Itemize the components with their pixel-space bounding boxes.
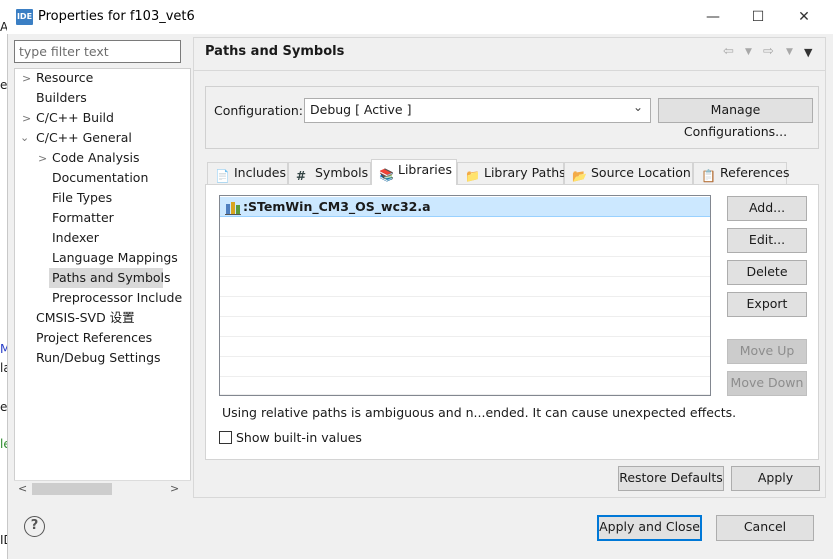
show-builtin-checkbox[interactable]	[219, 431, 232, 444]
move-down-button[interactable]: Move Down	[727, 371, 807, 396]
tree-item-paths-and-symbols[interactable]: Paths and Symbols	[49, 268, 171, 288]
scroll-right-icon[interactable]: >	[170, 480, 179, 498]
show-builtin-label[interactable]: Show built-in values	[236, 430, 362, 445]
scrollbar-thumb[interactable]	[32, 483, 112, 495]
tab-label: Library Paths	[484, 165, 566, 180]
tree-item-indexer[interactable]: Indexer	[52, 228, 99, 248]
list-row-empty	[220, 257, 710, 277]
close-button[interactable]: ✕	[790, 6, 818, 28]
list-row-empty	[220, 377, 710, 395]
cancel-button[interactable]: Cancel	[716, 515, 814, 541]
tree-item-documentation[interactable]: Documentation	[52, 168, 148, 188]
tab-label: Libraries	[398, 162, 452, 177]
tree-item-builders[interactable]: Builders	[36, 88, 87, 108]
tab-source-location[interactable]: 📂 Source Location	[564, 162, 693, 184]
tab-label: Includes	[234, 165, 287, 180]
delete-button[interactable]: Delete	[727, 260, 807, 285]
ide-app-icon: IDE	[16, 9, 33, 25]
list-row-empty	[220, 297, 710, 317]
source-folder-icon: 📂	[572, 169, 587, 183]
back-arrow-icon[interactable]: ⇦	[723, 44, 734, 59]
tree-item-language-mappings[interactable]: Language Mappings	[52, 248, 178, 268]
list-row-empty	[220, 217, 710, 237]
restore-defaults-button[interactable]: Restore Defaults	[618, 466, 724, 491]
libraries-icon: 📚	[379, 168, 394, 182]
list-row-empty	[220, 277, 710, 297]
view-menu-icon[interactable]: ▼	[804, 46, 812, 59]
add-button[interactable]: Add...	[727, 196, 807, 221]
chevron-right-icon[interactable]: >	[22, 112, 31, 125]
relative-paths-warning: Using relative paths is ambiguous and n.…	[222, 405, 737, 420]
maximize-button[interactable]: ☐	[744, 6, 772, 28]
tab-includes[interactable]: 📄 Includes	[207, 162, 288, 184]
tree-item-run-debug-settings[interactable]: Run/Debug Settings	[36, 348, 161, 368]
tab-label: Source Location	[591, 165, 691, 180]
window-title: Properties for f103_vet6	[38, 9, 195, 24]
tree-item-code-analysis[interactable]: Code Analysis	[52, 148, 139, 168]
apply-and-close-button[interactable]: Apply and Close	[597, 515, 702, 541]
move-up-button[interactable]: Move Up	[727, 339, 807, 364]
back-menu-icon[interactable]: ▼	[745, 47, 752, 57]
help-icon[interactable]: ?	[24, 516, 45, 537]
configuration-label: Configuration:	[214, 103, 303, 118]
hash-icon: #	[296, 169, 307, 183]
tree-item-file-types[interactable]: File Types	[52, 188, 112, 208]
folder-icon: 📁	[465, 169, 480, 183]
tree-item-cmsis-svd[interactable]: CMSIS-SVD 设置	[36, 308, 135, 328]
list-row-empty	[220, 337, 710, 357]
export-button[interactable]: Export	[727, 292, 807, 317]
apply-button[interactable]: Apply	[731, 466, 820, 491]
minimize-button[interactable]: —	[699, 6, 727, 28]
tree-item-formatter[interactable]: Formatter	[52, 208, 114, 228]
library-icon	[225, 202, 241, 215]
tab-label: Symbols	[315, 165, 369, 180]
chevron-right-icon[interactable]: >	[38, 152, 47, 165]
page-title: Paths and Symbols	[205, 44, 345, 59]
tab-references[interactable]: 📋 References	[693, 162, 790, 184]
chevron-down-icon[interactable]: ⌄	[633, 100, 643, 114]
list-row-empty	[220, 317, 710, 337]
includes-icon: 📄	[215, 169, 230, 183]
references-icon: 📋	[701, 169, 716, 183]
tree-item-cpp-build[interactable]: C/C++ Build	[36, 108, 114, 128]
list-row-empty	[220, 237, 710, 257]
tab-symbols[interactable]: # Symbols	[288, 162, 371, 184]
tree-item-preprocessor-include[interactable]: Preprocessor Include	[52, 288, 182, 308]
tree-item-cpp-general[interactable]: C/C++ General	[36, 128, 132, 148]
tab-libraries[interactable]: 📚 Libraries	[371, 159, 457, 185]
chevron-down-icon[interactable]: ⌄	[20, 131, 29, 144]
filter-input[interactable]: type filter text	[14, 40, 181, 63]
forward-menu-icon[interactable]: ▼	[786, 47, 793, 57]
forward-arrow-icon[interactable]: ⇨	[763, 44, 774, 59]
library-item-label[interactable]: :STemWin_CM3_OS_wc32.a	[243, 199, 431, 214]
configuration-select[interactable]: Debug [ Active ]	[304, 98, 651, 123]
tab-library-paths[interactable]: 📁 Library Paths	[457, 162, 566, 184]
manage-configurations-button[interactable]: Manage Configurations...	[658, 98, 813, 139]
chevron-right-icon[interactable]: >	[22, 72, 31, 85]
tree-item-resource[interactable]: Resource	[36, 68, 93, 88]
edit-button[interactable]: Edit...	[727, 228, 807, 253]
scroll-left-icon[interactable]: <	[18, 480, 27, 498]
tab-label: References	[720, 165, 790, 180]
tree-item-project-references[interactable]: Project References	[36, 328, 152, 348]
list-row-empty	[220, 357, 710, 377]
